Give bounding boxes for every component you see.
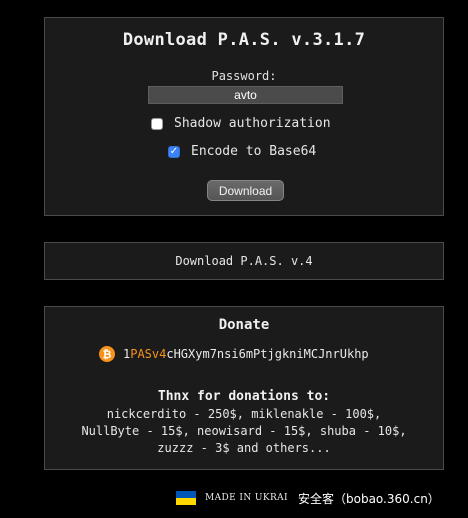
donor-line: zuzzz - 3$ and others... xyxy=(157,441,331,455)
watermark: 安全客（bobao.360.cn） xyxy=(298,492,440,506)
donor-line: NullByte - 15$, neowisard - 15$, shuba -… xyxy=(81,424,407,438)
bitcoin-icon: ₿ xyxy=(99,346,115,362)
donate-title: Donate xyxy=(218,317,270,333)
bitcoin-address-row: ₿ 1 PASv4 cHGXym7nsi6mPtjgkniMCJnrUkhp xyxy=(99,346,369,362)
download-panel: Download P.A.S. v.3.1.7 Password: Shadow… xyxy=(44,17,444,216)
ukraine-flag-icon xyxy=(176,491,196,505)
bitcoin-address-rest: cHGXym7nsi6mPtjgkniMCJnrUkhp xyxy=(166,347,369,361)
page-title: Download P.A.S. v.3.1.7 xyxy=(122,30,366,50)
encode-base64-checkbox[interactable]: ✓ xyxy=(168,145,180,158)
password-input[interactable] xyxy=(148,86,343,104)
download-v4-panel[interactable]: Download P.A.S. v.4 xyxy=(44,242,444,280)
made-in-ukraine-text: MADE IN UKRAI xyxy=(205,493,288,503)
shadow-authorization-label: Shadow authorization xyxy=(174,116,331,131)
donate-panel: Donate ₿ 1 PASv4 cHGXym7nsi6mPtjgkniMCJnrU… xyxy=(44,306,444,470)
bitcoin-address-highlight: PASv4 xyxy=(130,347,167,361)
password-label: Password: xyxy=(211,69,277,83)
thanks-title: Thnx for donations to: xyxy=(157,389,331,404)
download-button[interactable]: Download xyxy=(207,180,284,201)
encode-base64-option[interactable]: ✓ Encode to Base64 xyxy=(168,144,316,159)
bitcoin-address-prefix: 1 xyxy=(123,347,131,361)
shadow-authorization-checkbox[interactable] xyxy=(151,117,163,130)
footer: MADE IN UKRAI xyxy=(176,491,288,505)
download-v4-link[interactable]: Download P.A.S. v.4 xyxy=(45,254,443,268)
encode-base64-label: Encode to Base64 xyxy=(191,144,317,159)
donor-line: nickcerdito - 250$, miklenakle - 100$, xyxy=(106,407,382,421)
shadow-authorization-option[interactable]: Shadow authorization xyxy=(151,116,331,131)
donor-list: nickcerdito - 250$, miklenakle - 100$, N… xyxy=(45,406,443,457)
